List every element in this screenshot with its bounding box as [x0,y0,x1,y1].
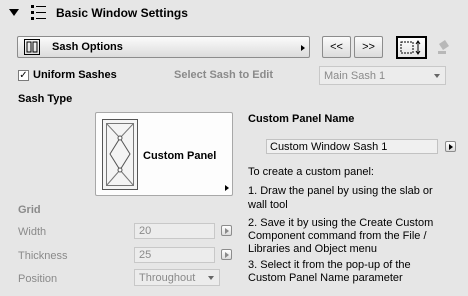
instruction-step2-line3: Libraries and Object menu [248,243,378,255]
sash-type-preview-label: Custom Panel [143,150,217,162]
popup-arrow-icon [448,143,453,150]
previous-page-label: << [330,41,343,53]
instruction-step2-line1: 2. Save it by using the Create Custom [248,217,434,229]
preview-popup-arrow-icon [225,185,229,191]
check-icon: ✓ [19,69,28,81]
grid-thickness-popup-button[interactable] [221,249,232,260]
material-bucket-icon[interactable] [436,38,450,57]
next-page-label: >> [362,41,375,53]
instructions-intro: To create a custom panel: [248,166,374,178]
sash-options-dropdown[interactable]: Sash Options [17,36,310,58]
settings-list-icon [31,5,47,20]
sash-layout-icon [24,39,40,55]
grid-thickness-label: Thickness [18,250,68,262]
grid-position-dropdown[interactable]: Throughout [134,269,220,286]
grid-width-field[interactable]: 20 [134,223,215,239]
previous-page-button[interactable]: << [322,36,351,58]
popup-arrow-icon [224,251,229,258]
instruction-step3-line1: 3. Select it from the pop-up of the [248,259,411,271]
uniform-sashes-label: Uniform Sashes [33,69,117,81]
next-page-button[interactable]: >> [354,36,383,58]
dimension-tool-button[interactable] [396,36,427,59]
select-sash-value: Main Sash 1 [324,69,386,82]
sash-type-preview[interactable]: Custom Panel [95,112,233,196]
grid-width-value: 20 [139,225,152,237]
dropdown-arrow-icon [434,74,440,78]
custom-panel-heading: Custom Panel Name [248,113,355,125]
custom-panel-name-field[interactable]: Custom Window Sash 1 [266,139,438,154]
custom-panel-popup-button[interactable] [445,141,456,152]
grid-position-label: Position [18,273,58,285]
grid-width-popup-button[interactable] [221,225,232,236]
select-sash-label: Select Sash to Edit [174,69,274,81]
uniform-sashes-checkbox[interactable]: ✓ [18,70,29,81]
grid-width-label: Width [18,226,47,238]
sash-type-heading: Sash Type [18,93,73,105]
instruction-step3-line2: Custom Panel Name parameter [248,272,403,284]
sash-options-label: Sash Options [52,41,123,53]
grid-thickness-field[interactable]: 25 [134,247,215,263]
grid-heading: Grid [18,204,41,216]
instruction-step1-line2: wall tool [248,199,288,211]
grid-position-value: Throughout [139,271,196,284]
panel-title: Basic Window Settings [56,6,188,20]
instruction-step2-line2: Component command from the File / [248,230,427,242]
collapse-arrow-icon[interactable] [9,9,19,16]
custom-panel-thumbnail [102,119,138,190]
custom-panel-name-value: Custom Window Sash 1 [270,140,388,153]
instruction-step1-line1: 1. Draw the panel by using the slab or [248,185,433,197]
grid-thickness-value: 25 [139,249,152,261]
select-sash-dropdown[interactable]: Main Sash 1 [319,66,446,85]
popup-arrow-icon [224,227,229,234]
dropdown-arrow-icon [208,276,214,280]
dimension-icon [400,40,421,55]
dropdown-arrow-icon [301,45,305,51]
